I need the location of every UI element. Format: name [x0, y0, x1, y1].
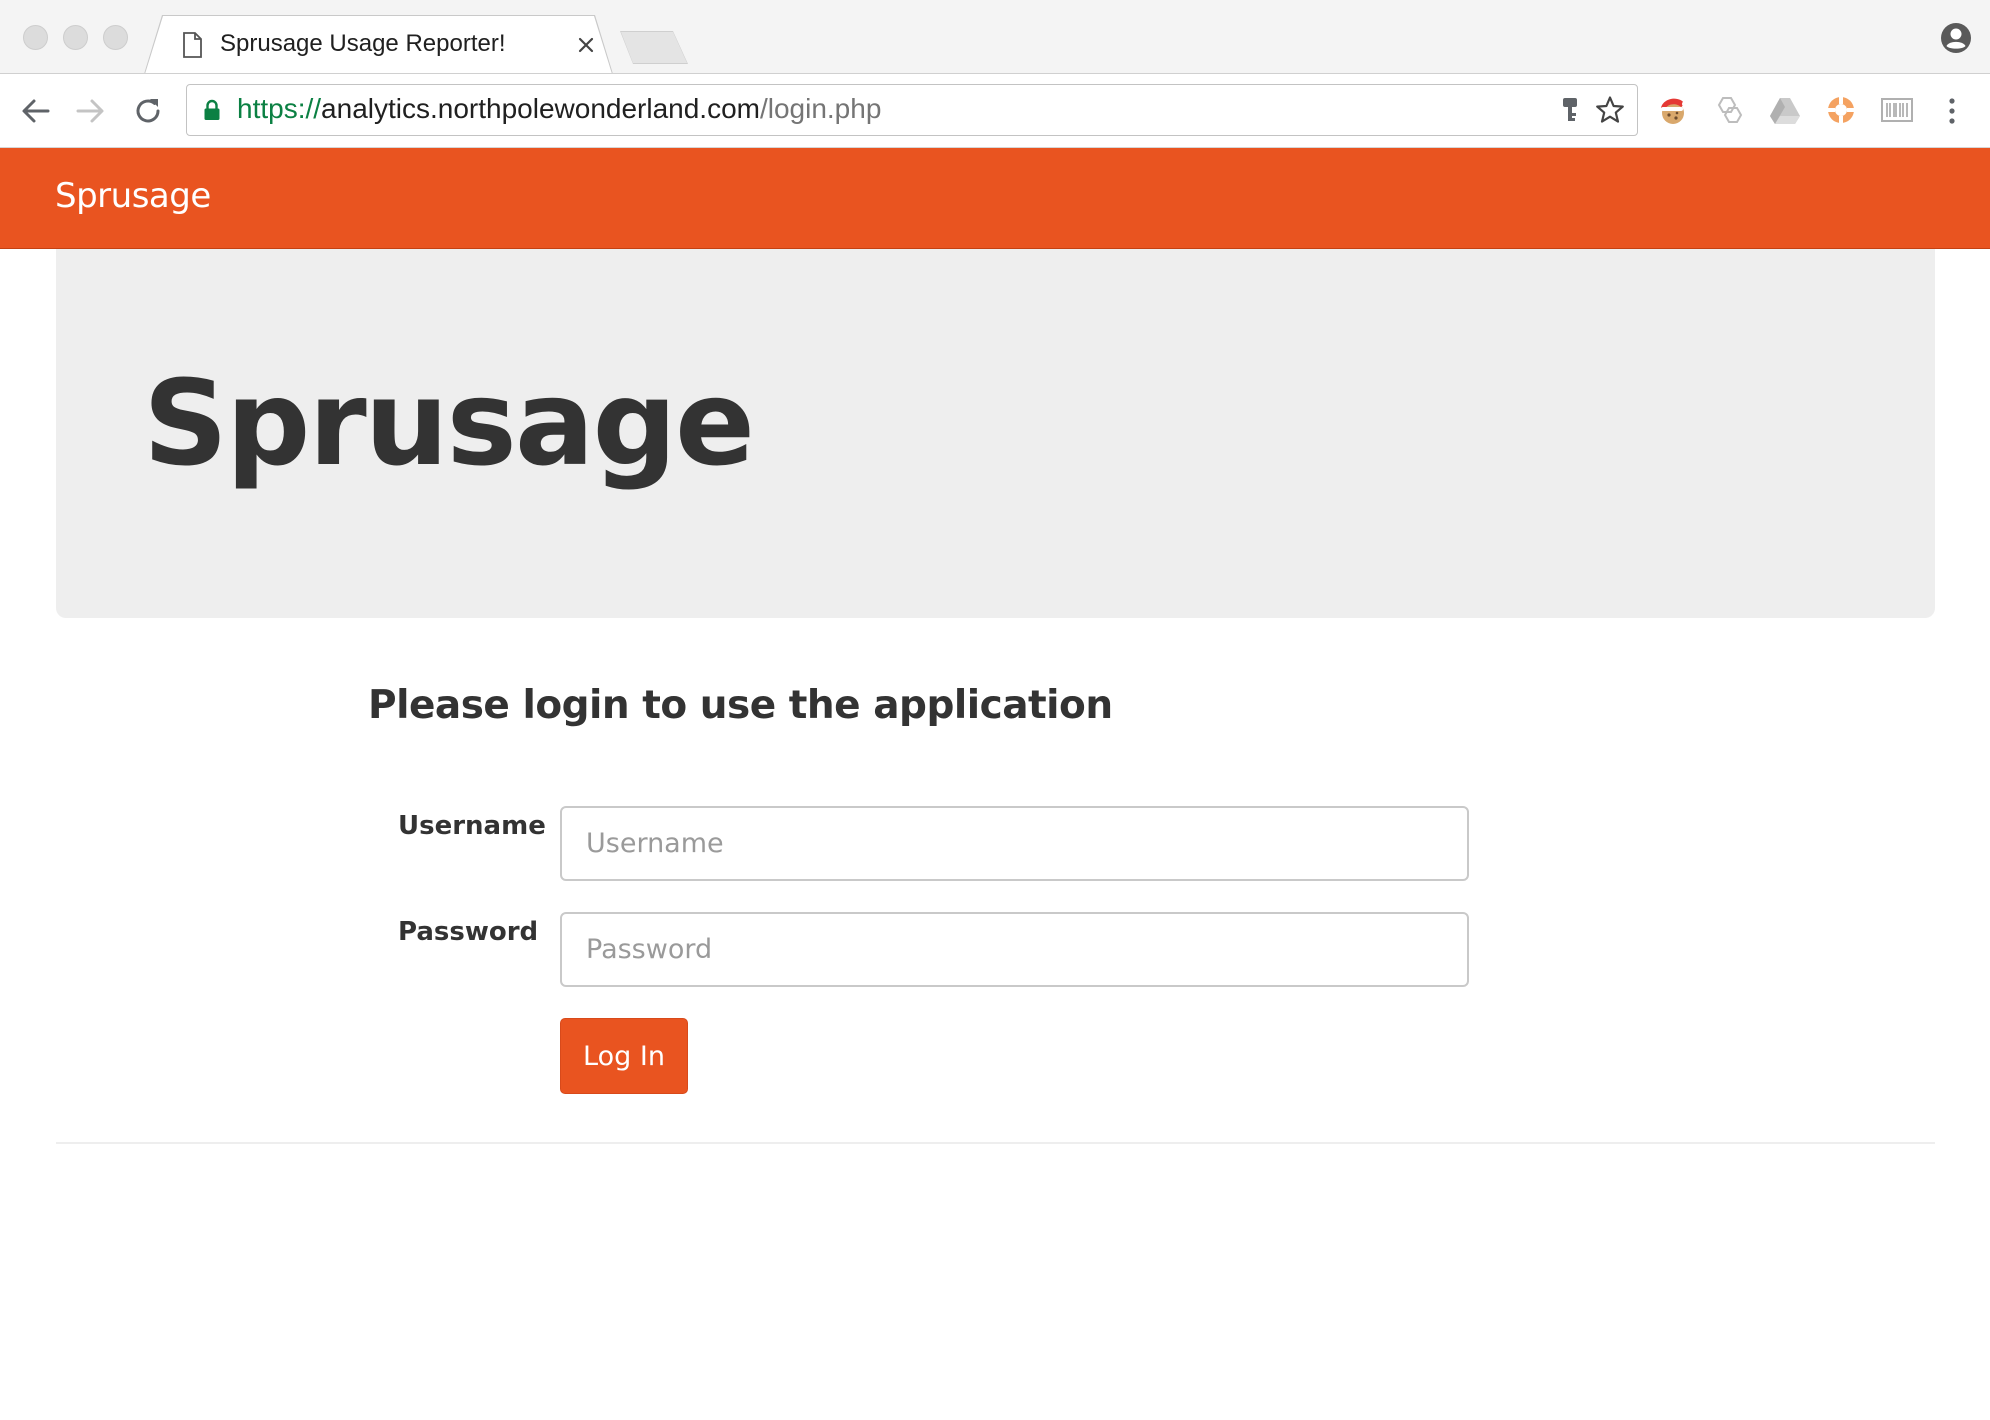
login-button[interactable]: Log In	[560, 1018, 688, 1094]
tab-title: Sprusage Usage Reporter!	[220, 30, 506, 57]
back-arrow-icon[interactable]	[20, 97, 52, 125]
kebab-menu-icon[interactable]	[1946, 96, 1958, 126]
site-navbar	[0, 148, 1990, 249]
lock-icon[interactable]	[203, 99, 221, 121]
document-icon	[183, 32, 202, 58]
navbar-brand-link[interactable]: Sprusage	[55, 176, 211, 216]
barcode-icon[interactable]	[1881, 94, 1913, 126]
username-label: Username	[398, 811, 546, 841]
url-path: /login.php	[759, 93, 882, 124]
window-minimize-dot[interactable]	[63, 25, 88, 50]
hexagon-extension-icon[interactable]	[1713, 94, 1745, 126]
username-input[interactable]	[560, 806, 1469, 881]
forward-arrow-icon[interactable]	[74, 97, 106, 125]
profile-icon[interactable]	[1940, 22, 1972, 54]
close-icon[interactable]	[577, 36, 595, 54]
url-scheme: https://	[237, 93, 322, 124]
password-label: Password	[398, 917, 539, 947]
window-zoom-dot[interactable]	[103, 25, 128, 50]
password-input[interactable]	[560, 912, 1469, 987]
bookmark-star-icon[interactable]	[1595, 95, 1625, 125]
drive-icon[interactable]	[1769, 94, 1801, 126]
address-url[interactable]: https://analytics.northpolewonderland.co…	[237, 93, 881, 125]
reload-icon[interactable]	[132, 95, 164, 127]
url-host: analytics.northpolewonderland.com	[321, 93, 760, 124]
login-heading: Please login to use the application	[368, 683, 1113, 728]
footer-divider	[56, 1142, 1935, 1144]
key-icon[interactable]	[1561, 96, 1579, 124]
window-close-dot[interactable]	[23, 25, 48, 50]
lifebuoy-icon[interactable]	[1825, 94, 1857, 126]
santa-cookie-icon[interactable]	[1657, 94, 1689, 126]
hero-title: Sprusage	[143, 354, 755, 492]
